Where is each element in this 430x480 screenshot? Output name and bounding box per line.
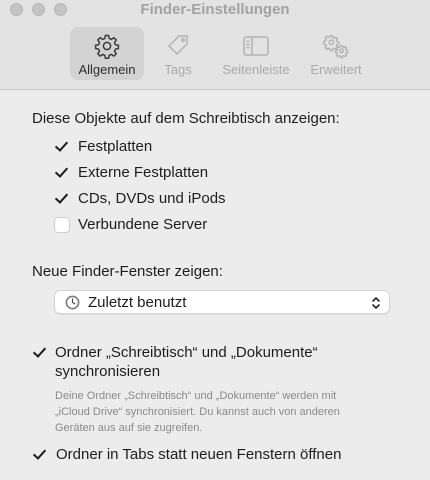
checkbox-label: Ordner in Tabs statt neuen Fenstern öffn… [56, 446, 342, 463]
checkbox-label: CDs, DVDs und iPods [78, 190, 226, 207]
settings-content: Diese Objekte auf dem Schreibtisch anzei… [0, 91, 430, 480]
clock-icon [65, 295, 80, 309]
checkbox-festplatten[interactable]: Festplatten [54, 138, 152, 155]
tab-label: Tags [164, 62, 192, 77]
checkbox-cds-dvds-ipods[interactable]: CDs, DVDs und iPods [54, 190, 226, 207]
checkbox[interactable] [32, 345, 48, 361]
window-toolbar: Finder-Einstellungen Allgemein Tags Seit… [0, 0, 430, 90]
desktop-items-heading: Diese Objekte auf dem Schreibtisch anzei… [32, 110, 340, 127]
tab-allgemein[interactable]: Allgemein [70, 27, 144, 80]
checkbox-label: Festplatten [78, 138, 153, 155]
select-value: Zuletzt benutzt [88, 293, 187, 311]
checkbox-open-in-tabs[interactable]: Ordner in Tabs statt neuen Fenstern öffn… [32, 446, 341, 463]
new-window-select[interactable]: Zuletzt benutzt [54, 290, 390, 314]
checkbox[interactable] [54, 165, 70, 181]
gears-icon [322, 33, 350, 59]
tag-icon [164, 33, 192, 59]
checkbox[interactable] [54, 216, 70, 233]
checkbox-label: Verbundene Server [78, 216, 208, 233]
chevron-updown-icon [372, 297, 380, 309]
new-window-heading: Neue Finder-Fenster zeigen: [32, 263, 223, 280]
tab-tags[interactable]: Tags [153, 27, 203, 80]
checkbox-verbundene-server[interactable]: Verbundene Server [54, 216, 207, 233]
tab-label: Seitenleiste [222, 62, 290, 77]
icloud-sync-label: Ordner „Schreibtisch“ und „Dokumente“ sy… [55, 344, 318, 380]
tab-label: Allgemein [78, 62, 136, 77]
checkbox-label: Externe Festplatten [78, 164, 209, 181]
tab-label: Erweitert [310, 62, 362, 77]
icloud-sync-description: Deine Ordner „Schreibtisch“ und „Dokumen… [55, 390, 340, 434]
checkbox[interactable] [54, 139, 70, 155]
tab-seitenleiste[interactable]: Seitenleiste [214, 27, 298, 80]
sidebar-icon [242, 33, 270, 59]
checkbox[interactable] [54, 191, 70, 207]
tab-erweitert[interactable]: Erweitert [305, 27, 367, 80]
checkbox-externe-festplatten[interactable]: Externe Festplatten [54, 164, 208, 181]
gear-icon [93, 33, 121, 59]
checkbox-icloud-sync[interactable] [32, 343, 56, 361]
window-title: Finder-Einstellungen [140, 1, 290, 18]
checkbox[interactable] [32, 447, 48, 463]
